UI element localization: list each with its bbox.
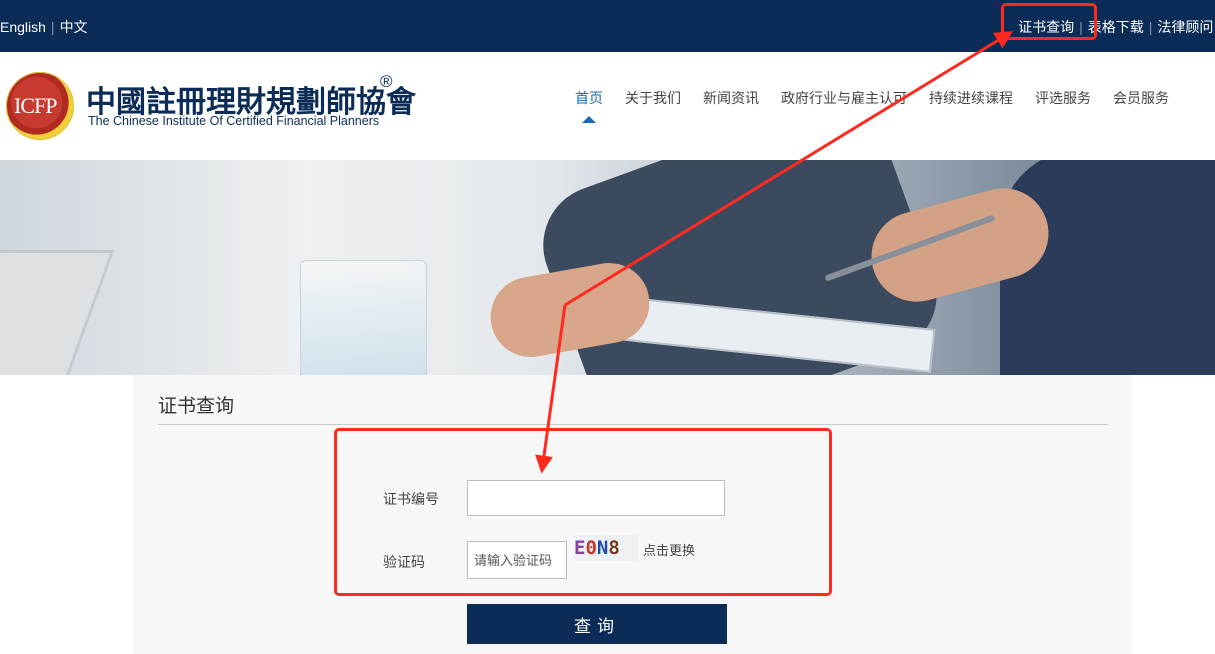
divider [158, 424, 1108, 425]
banner-laptop [0, 250, 115, 375]
nav-item-about[interactable]: 关于我们 [625, 88, 681, 108]
nav-item-courses[interactable]: 持续进续课程 [929, 88, 1013, 108]
logo-text: ICFP [14, 93, 57, 118]
language-switcher: English | 中文 [0, 17, 88, 37]
registered-mark: ® [380, 72, 393, 91]
nav-item-evaluation[interactable]: 评选服务 [1035, 88, 1091, 108]
nav-item-news[interactable]: 新闻资讯 [703, 88, 759, 108]
nav-item-recognition[interactable]: 政府行业与雇主认可 [781, 88, 907, 108]
lang-chinese-link[interactable]: 中文 [60, 19, 88, 35]
main-nav: 首页 关于我们 新闻资讯 政府行业与雇主认可 持续进续课程 评选服务 会员服务 [575, 88, 1191, 108]
active-nav-indicator [582, 116, 596, 123]
separator: | [1148, 19, 1153, 35]
banner-glass [300, 260, 427, 375]
query-button[interactable]: 查询 [467, 604, 727, 644]
org-name-english: The Chinese Institute Of Certified Finan… [88, 114, 380, 128]
nav-item-member[interactable]: 会员服务 [1113, 88, 1169, 108]
nav-item-home[interactable]: 首页 [575, 88, 603, 108]
site-header: ICFP 中國註冊理財規劃師協會 ® The Chinese Institute… [0, 52, 1215, 160]
lang-english-link[interactable]: English [0, 19, 46, 35]
annotation-highlight-box [1001, 3, 1097, 40]
top-link-legal-advisor[interactable]: 法律顾问 [1157, 19, 1213, 35]
panel-title: 证书查询 [158, 396, 235, 417]
hero-banner-image [0, 160, 1215, 375]
separator: | [50, 19, 55, 35]
annotation-highlight-box [334, 428, 832, 596]
